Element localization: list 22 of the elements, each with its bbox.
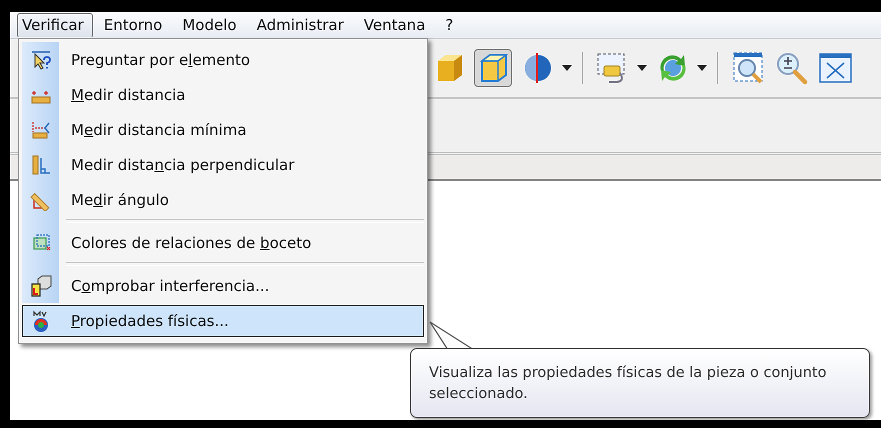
menu-bar-item[interactable]: Modelo: [177, 12, 246, 38]
cube-icon[interactable]: [474, 49, 512, 87]
menu-item[interactable]: Medir distancia mínima: [22, 112, 424, 147]
dropdown-arrow-icon[interactable]: [637, 65, 647, 71]
dropdown-arrow-icon[interactable]: [562, 65, 572, 71]
menu-item[interactable]: Propiedades físicas...: [22, 305, 424, 337]
interference-cube-icon: [30, 274, 52, 296]
dropdown-arrow-icon[interactable]: [697, 65, 707, 71]
menu-bar-item[interactable]: Ventana: [358, 12, 434, 38]
perpendicular-ruler-icon: [30, 154, 52, 176]
menu-item[interactable]: Comprobar interferencia...: [22, 268, 424, 303]
menu-bar-item[interactable]: Administrar: [252, 12, 353, 38]
menu-item[interactable]: Medir ángulo: [22, 182, 424, 217]
query-cursor-icon: [30, 48, 52, 70]
menu-bar-item[interactable]: ?: [440, 12, 462, 38]
menu-item[interactable]: Preguntar por elemento: [22, 42, 424, 77]
menu-bar-item[interactable]: Verificar: [17, 12, 93, 38]
menu-item[interactable]: Medir distancia: [22, 77, 424, 112]
menu-bar-item[interactable]: Entorno: [98, 12, 172, 38]
tooltip-text: Visualiza las propiedades físicas de la pieza o conjunto seleccionado.: [429, 364, 828, 404]
menu-item[interactable]: Colores de relaciones de boceto: [22, 225, 424, 260]
menu-item[interactable]: Medir distancia perpendicular: [22, 147, 424, 182]
